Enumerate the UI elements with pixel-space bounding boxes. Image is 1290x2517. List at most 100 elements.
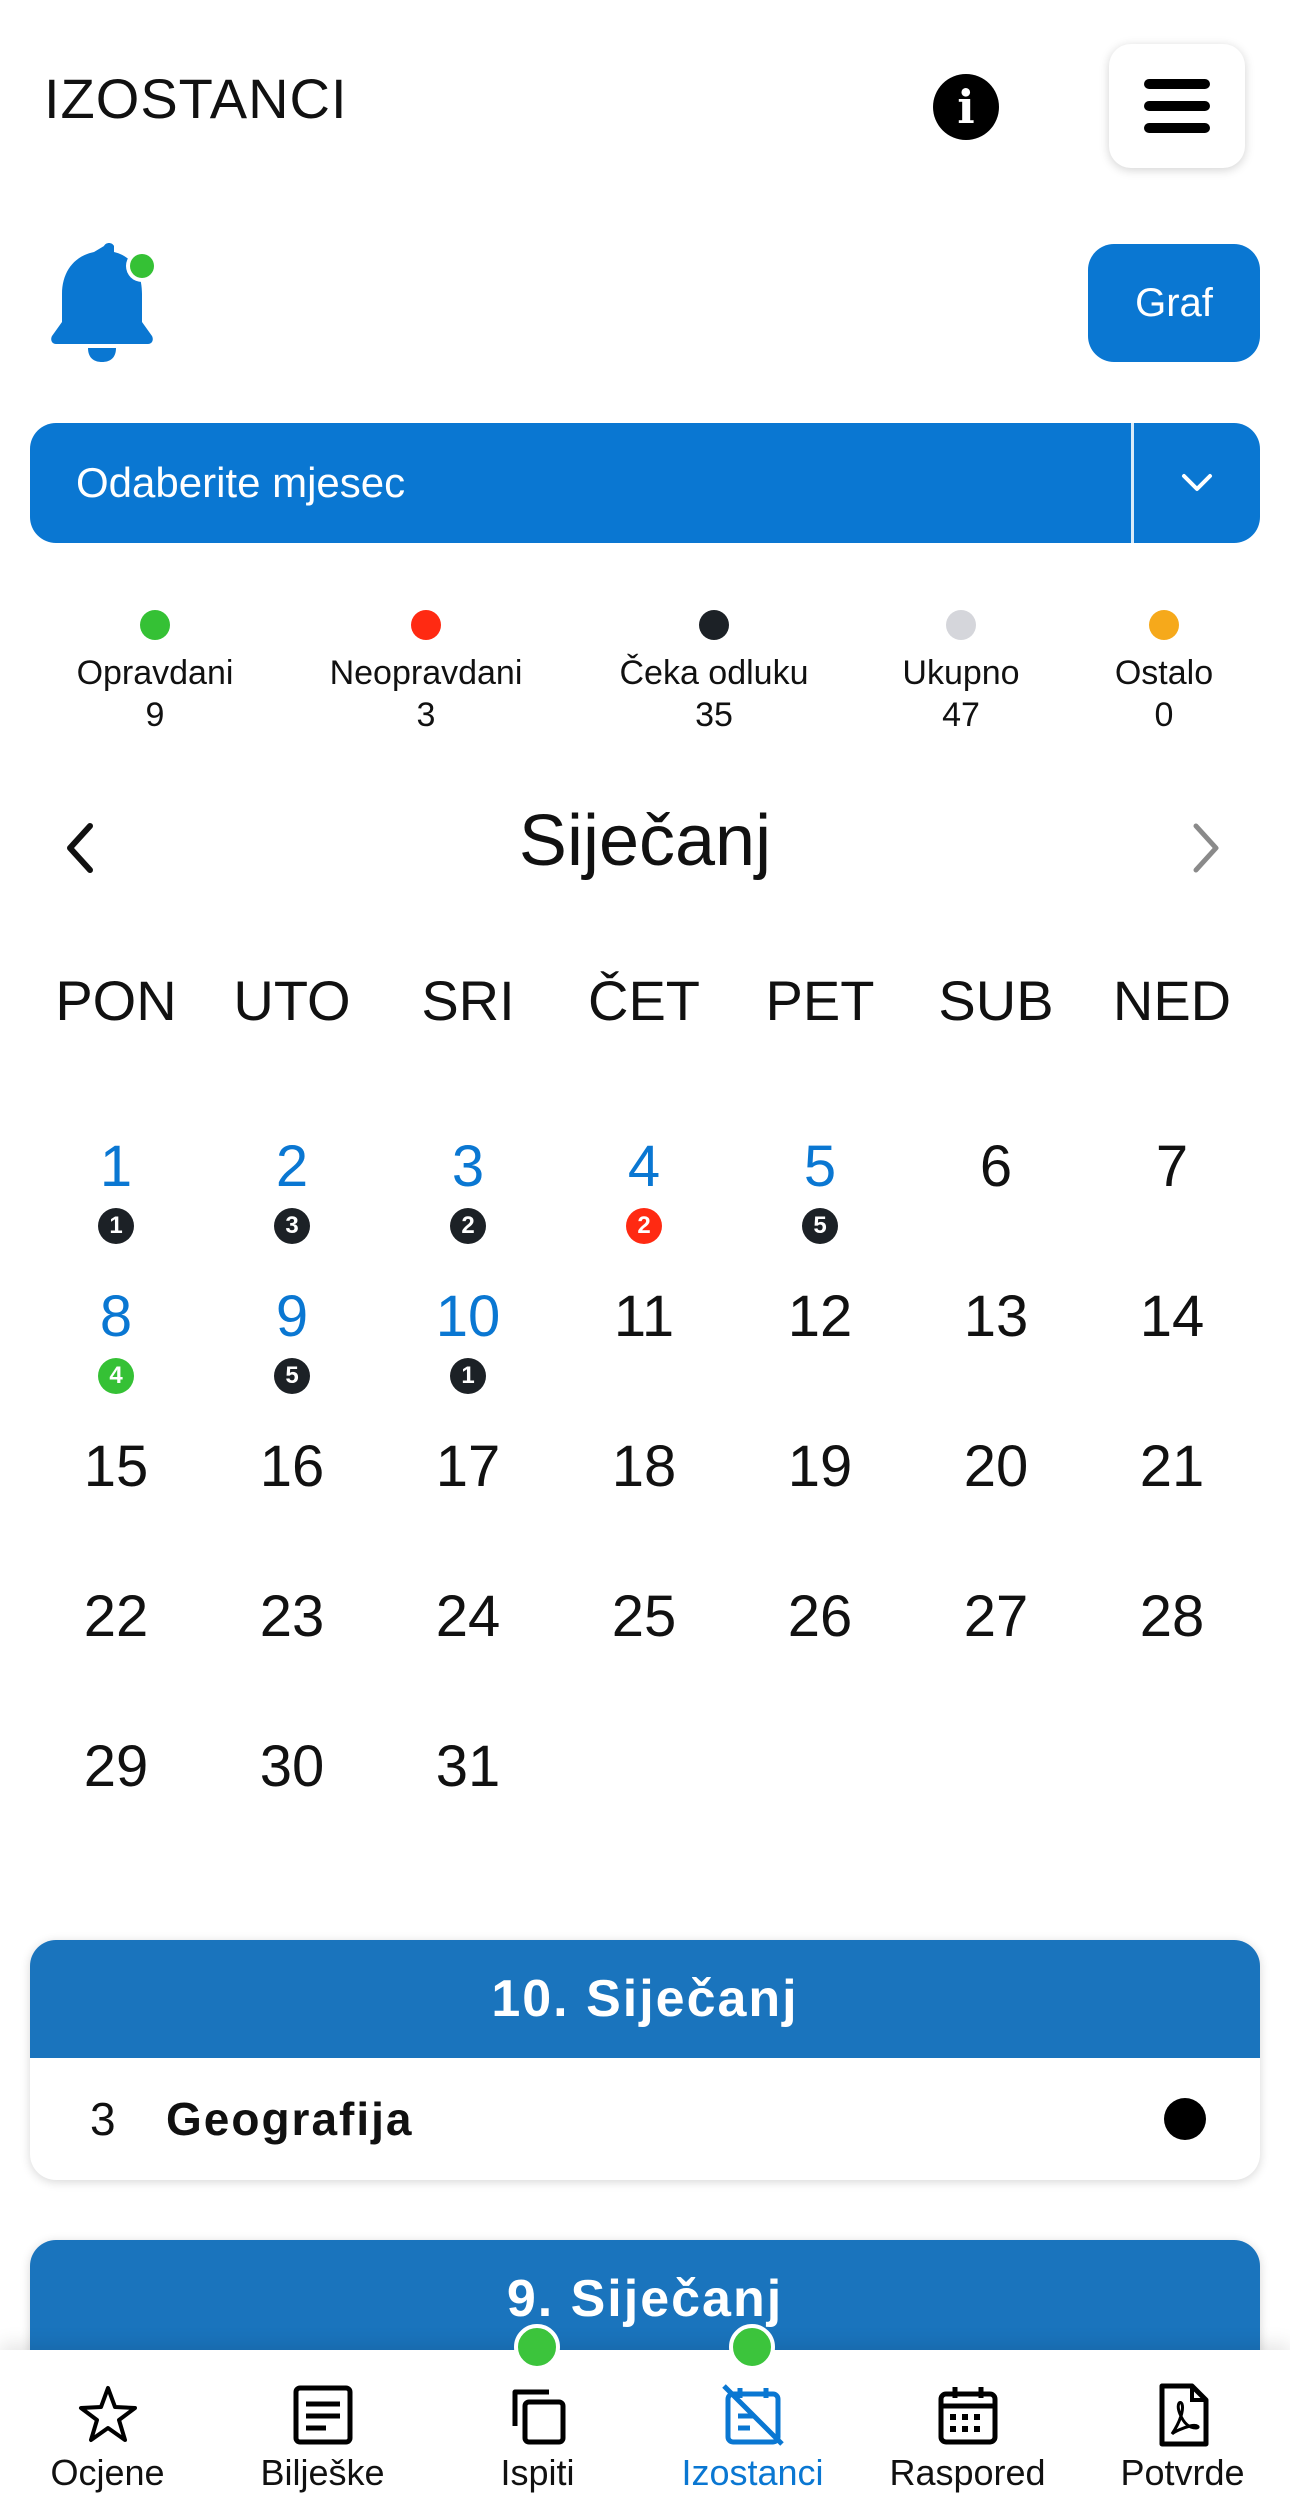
calendar-day[interactable]: 20 bbox=[908, 1433, 1084, 1500]
calendar-day[interactable]: 24 bbox=[380, 1583, 556, 1650]
legend-dot bbox=[1149, 610, 1179, 640]
calendar-day[interactable]: 28 bbox=[1084, 1583, 1260, 1650]
subject-name: Geografija bbox=[166, 2093, 414, 2145]
nav-izostanci[interactable]: Izostanci bbox=[645, 2350, 860, 2517]
legend-dot bbox=[140, 610, 170, 640]
legend-label: Opravdani bbox=[76, 654, 234, 692]
calendar-day[interactable]: 31 bbox=[380, 1733, 556, 1800]
absence-count-badge: 2 bbox=[626, 1208, 662, 1244]
calendar-day[interactable]: 21 bbox=[1084, 1433, 1260, 1500]
legend-dot bbox=[699, 610, 729, 640]
absence-count-badge: 5 bbox=[802, 1208, 838, 1244]
nav-label: Potvrde bbox=[1120, 2452, 1245, 2493]
menu-button[interactable] bbox=[1109, 44, 1245, 168]
bottom-navigation: Ocjene Bilješke Ispiti Izostanci Raspore… bbox=[0, 2324, 1290, 2517]
calendar-day[interactable]: 14 bbox=[1084, 1283, 1260, 1350]
pdf-icon bbox=[1159, 2383, 1209, 2447]
calendar-day[interactable]: 11 bbox=[556, 1283, 732, 1350]
calendar-day[interactable]: 22 bbox=[28, 1583, 204, 1650]
legend-dot bbox=[946, 610, 976, 640]
calendar-day[interactable]: 13 bbox=[908, 1283, 1084, 1350]
star-icon bbox=[79, 2386, 137, 2442]
calendar-day[interactable]: 17 bbox=[380, 1433, 556, 1500]
calendar-day[interactable]: 23 bbox=[204, 1583, 380, 1650]
calendar-day[interactable]: 29 bbox=[28, 1733, 204, 1800]
legend-label: Ostalo bbox=[1114, 654, 1214, 692]
calendar-day[interactable]: 9 bbox=[204, 1283, 380, 1350]
calendar-day[interactable]: 10 bbox=[380, 1283, 556, 1350]
legend-count: 35 bbox=[695, 696, 733, 734]
calendar-day[interactable]: 30 bbox=[204, 1733, 380, 1800]
weekday-label: ČET bbox=[588, 969, 700, 1032]
copy-icon bbox=[512, 2389, 566, 2445]
calendar-day[interactable]: 1 bbox=[28, 1133, 204, 1200]
nav-biljeske[interactable]: Bilješke bbox=[215, 2350, 430, 2517]
nav-ocjene[interactable]: Ocjene bbox=[0, 2350, 215, 2517]
weekday-label: SUB bbox=[938, 969, 1054, 1032]
month-title: Siječanj bbox=[518, 801, 772, 881]
nav-label: Ispiti bbox=[500, 2452, 575, 2493]
calendar-icon bbox=[938, 2387, 998, 2445]
month-select-label: Odaberite mjesec bbox=[76, 459, 406, 506]
page-title: IZOSTANCI bbox=[44, 67, 348, 130]
calendar-day[interactable]: 3 bbox=[380, 1133, 556, 1200]
absence-count-badge: 2 bbox=[450, 1208, 486, 1244]
calendar-day[interactable]: 16 bbox=[204, 1433, 380, 1500]
absence-count-badge: 1 bbox=[450, 1358, 486, 1394]
legend-item: Neopravdani 3 bbox=[306, 610, 546, 736]
day-card-title: 9. Siječanj bbox=[30, 2240, 1260, 2358]
legend-label: Čeka odluku bbox=[619, 654, 809, 692]
graf-button[interactable]: Graf bbox=[1088, 244, 1260, 362]
absence-count-badge: 3 bbox=[274, 1208, 310, 1244]
calendar-day[interactable]: 12 bbox=[732, 1283, 908, 1350]
month-select[interactable]: Odaberite mjesec bbox=[30, 423, 1260, 543]
calendar-day[interactable]: 7 bbox=[1084, 1133, 1260, 1200]
notes-icon bbox=[293, 2385, 353, 2445]
legend-label: Neopravdani bbox=[329, 654, 523, 692]
legend-item: Opravdani 9 bbox=[35, 610, 275, 736]
absence-count-badge: 5 bbox=[274, 1358, 310, 1394]
day-card-title: 10. Siječanj bbox=[30, 1940, 1260, 2058]
notification-dot bbox=[729, 2324, 775, 2370]
calendar-day[interactable]: 15 bbox=[28, 1433, 204, 1500]
weekday-label: SRI bbox=[421, 969, 515, 1032]
calendar-day[interactable]: 18 bbox=[556, 1433, 732, 1500]
nav-raspored[interactable]: Raspored bbox=[860, 2350, 1075, 2517]
calendar-day[interactable]: 4 bbox=[556, 1133, 732, 1200]
chevron-down-icon[interactable] bbox=[1134, 423, 1260, 543]
calendar-day[interactable]: 27 bbox=[908, 1583, 1084, 1650]
calendar-day[interactable]: 6 bbox=[908, 1133, 1084, 1200]
absence-row[interactable]: 3 Geografija bbox=[30, 2058, 1260, 2180]
calendar-day[interactable]: 5 bbox=[732, 1133, 908, 1200]
calendar-day[interactable]: 19 bbox=[732, 1433, 908, 1500]
calendar-day[interactable]: 26 bbox=[732, 1583, 908, 1650]
info-icon[interactable]: i bbox=[933, 74, 999, 140]
day-card[interactable]: 10. Siječanj 3 Geografija bbox=[30, 1940, 1260, 2180]
chevron-right-icon[interactable] bbox=[1180, 818, 1230, 878]
absence-count-badge: 4 bbox=[98, 1358, 134, 1394]
bell-icon[interactable] bbox=[48, 240, 168, 365]
nav-label: Bilješke bbox=[260, 2452, 385, 2493]
chevron-left-icon[interactable] bbox=[56, 818, 106, 878]
notification-dot bbox=[130, 254, 154, 278]
nav-potvrde[interactable]: Potvrde bbox=[1075, 2350, 1290, 2517]
legend-dot bbox=[411, 610, 441, 640]
nav-label: Izostanci bbox=[681, 2452, 824, 2493]
legend-count: 0 bbox=[1154, 696, 1174, 734]
nav-label: Raspored bbox=[889, 2452, 1046, 2493]
calendar-day[interactable]: 2 bbox=[204, 1133, 380, 1200]
legend-item: Čeka odluku 35 bbox=[594, 610, 834, 736]
weekday-label: UTO bbox=[233, 969, 351, 1032]
legend-count: 3 bbox=[416, 696, 436, 734]
nav-ispiti[interactable]: Ispiti bbox=[430, 2350, 645, 2517]
calendar-day[interactable]: 25 bbox=[556, 1583, 732, 1650]
weekday-label: NED bbox=[1112, 969, 1232, 1032]
weekday-label: PON bbox=[55, 969, 177, 1032]
nav-label: Ocjene bbox=[50, 2452, 165, 2493]
calendar-off-icon bbox=[722, 2384, 784, 2446]
period-number: 3 bbox=[90, 2093, 116, 2145]
weekday-label: PET bbox=[765, 969, 875, 1032]
legend-count: 9 bbox=[145, 696, 165, 734]
hamburger-menu-icon bbox=[1144, 79, 1210, 89]
calendar-day[interactable]: 8 bbox=[28, 1283, 204, 1350]
